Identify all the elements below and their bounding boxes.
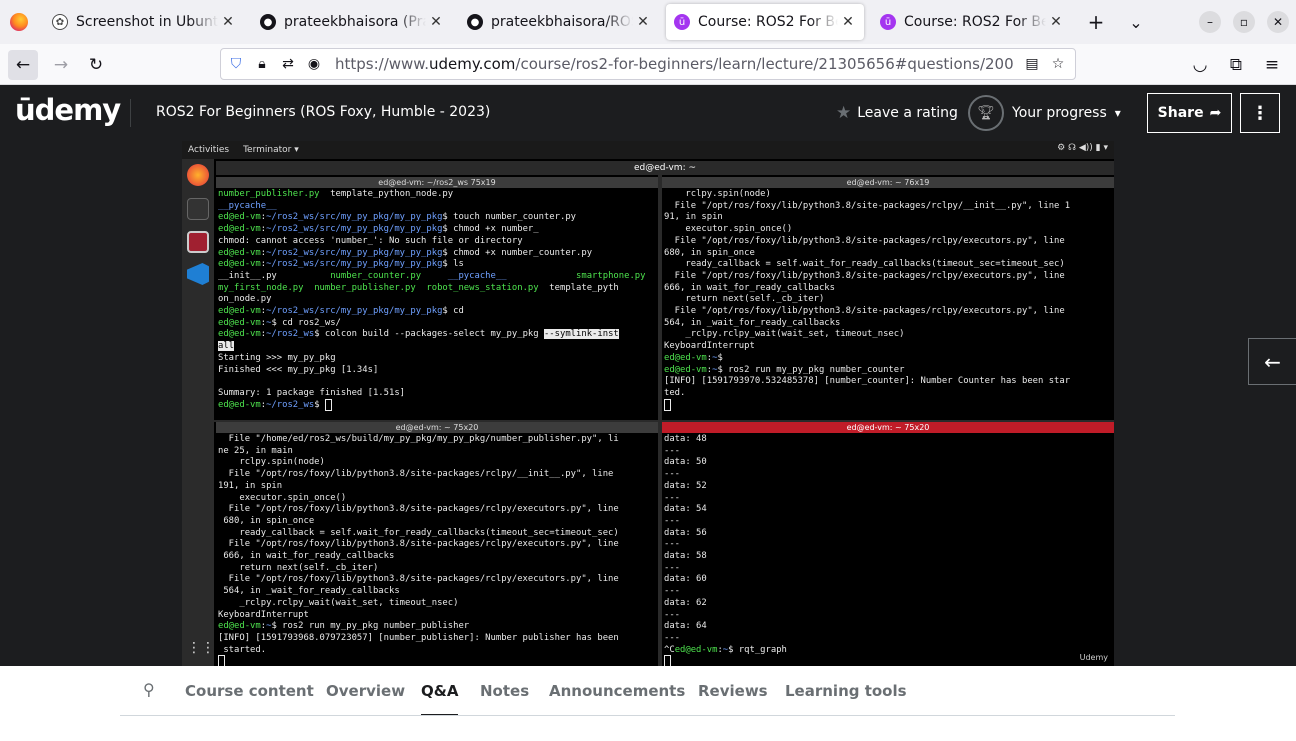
menu-icon[interactable]: ≡ <box>1257 50 1287 80</box>
your-progress-label: Your progress <box>1012 105 1107 121</box>
header-divider <box>130 99 131 127</box>
leave-rating-label: Leave a rating <box>857 105 958 121</box>
terminal-pane-top-left: ed@ed-vm: ~/ros2_ws 75x19 number_publish… <box>216 177 658 420</box>
extensions-icon[interactable]: ⧉ <box>1221 50 1251 80</box>
tab-reviews[interactable]: Reviews <box>698 682 768 700</box>
permissions-icon[interactable]: ⇄ <box>275 56 301 72</box>
udemy-header: ūdemy ROS2 For Beginners (ROS Foxy, Humb… <box>0 85 1296 141</box>
tab-notes[interactable]: Notes <box>480 682 529 700</box>
terminal-output: rclpy.spin(node) File "/opt/ros/foxy/lib… <box>662 188 1114 411</box>
terminal-pane-bottom-left: ed@ed-vm: ~ 75x20 File "/home/ed/ros2_ws… <box>216 422 658 666</box>
pane-divider-horizontal[interactable] <box>214 420 1114 422</box>
course-title[interactable]: ROS2 For Beginners (ROS Foxy, Humble - 2… <box>156 104 490 120</box>
tabs-divider <box>120 715 1175 716</box>
activities-label: Activities <box>188 145 230 155</box>
terminal-output: data: 48 --- data: 50 --- data: 52 --- d… <box>662 433 1114 666</box>
pocket-icon[interactable]: ◡ <box>1185 50 1215 80</box>
vscode-icon <box>187 263 209 285</box>
forward-arrow-icon[interactable]: → <box>46 50 76 80</box>
udemy-icon: ū <box>880 14 896 30</box>
tab-learning-tools[interactable]: Learning tools <box>785 682 907 700</box>
bookmark-star-icon[interactable]: ☆ <box>1045 56 1071 72</box>
github-icon: ● <box>260 14 276 30</box>
terminator-icon <box>187 231 209 253</box>
tab-github-repo[interactable]: ● prateekbhaisora/ROS- ✕ <box>459 4 659 40</box>
back-arrow-icon[interactable]: ← <box>8 50 38 80</box>
video-frame[interactable]: Activities Terminator ▾ ⚙ ☊ ◀)) ▮ ▾ ⋮⋮⋮ … <box>182 141 1114 666</box>
url-text[interactable]: https://www.udemy.com/course/ros2-for-be… <box>335 55 1015 73</box>
tab-title: prateekbhaisora/ROS- <box>491 14 633 30</box>
tab-title: Screenshot in Ubuntu <box>76 14 218 30</box>
url-bar[interactable]: ⛉ 🔒︎ ⇄ ◉ https://www.udemy.com/course/ro… <box>220 48 1076 80</box>
more-options-icon[interactable]: ⋮ <box>1240 93 1280 133</box>
terminal-window-title: ed@ed-vm: ~ <box>216 161 1114 175</box>
share-button[interactable]: Share ➦ <box>1147 93 1232 133</box>
terminal-output: File "/home/ed/ros2_ws/build/my_py_pkg/m… <box>216 433 658 666</box>
video-player[interactable]: Activities Terminator ▾ ⚙ ☊ ◀)) ▮ ▾ ⋮⋮⋮ … <box>0 141 1296 666</box>
close-icon[interactable]: ✕ <box>1048 14 1064 30</box>
app-grid-icon: ⋮⋮⋮ <box>187 640 229 656</box>
terminal-pane-top-right: ed@ed-vm: ~ 76x19 rclpy.spin(node) File … <box>662 177 1114 420</box>
url-domain: udemy.com <box>428 55 516 73</box>
firefox-icon <box>187 164 209 186</box>
chevron-down-icon: ▾ <box>1114 106 1121 120</box>
ubuntu-dock: ⋮⋮⋮ <box>182 159 229 666</box>
autoplay-icon[interactable]: ◉ <box>301 56 327 72</box>
ubuntu-top-bar: Activities Terminator ▾ ⚙ ☊ ◀)) ▮ ▾ <box>182 141 1114 159</box>
system-tray-icon: ⚙ ☊ ◀)) ▮ ▾ <box>1057 143 1108 153</box>
url-prefix: https://www. <box>335 55 429 73</box>
star-icon: ★ <box>836 103 852 123</box>
files-icon <box>187 198 209 220</box>
trophy-icon: 🏆︎ <box>968 95 1004 131</box>
close-icon[interactable]: ✕ <box>220 14 236 30</box>
close-icon[interactable]: ✕ <box>840 14 856 30</box>
share-label: Share <box>1157 105 1204 121</box>
pane-title: ed@ed-vm: ~ 76x19 <box>662 177 1114 188</box>
close-icon[interactable]: ✕ <box>635 14 651 30</box>
new-tab-button[interactable]: + <box>1084 10 1108 34</box>
maximize-icon[interactable]: ▫ <box>1233 11 1255 33</box>
leave-rating-button[interactable]: ★ Leave a rating <box>836 103 958 123</box>
tab-title: Course: ROS2 For Beg <box>698 14 838 30</box>
terminal-pane-bottom-right: ed@ed-vm: ~ 75x20 data: 48 --- data: 50 … <box>662 422 1114 666</box>
url-path: /course/ros2-for-beginners/learn/lecture… <box>515 55 1015 73</box>
tab-screenshot[interactable]: ✿ Screenshot in Ubuntu ✕ <box>44 4 244 40</box>
share-arrow-icon: ➦ <box>1209 105 1222 121</box>
tab-course-content[interactable]: Course content <box>185 682 314 700</box>
minimize-icon[interactable]: – <box>1199 11 1221 33</box>
udemy-watermark: Udemy <box>1079 653 1108 662</box>
reader-view-icon[interactable]: ▤ <box>1019 56 1045 72</box>
terminal-output: number_publisher.py template_python_node… <box>218 189 646 411</box>
pane-title: ed@ed-vm: ~/ros2_ws 75x19 <box>216 177 658 188</box>
lock-icon[interactable]: 🔒︎ <box>249 56 275 72</box>
github-icon: ● <box>467 14 483 30</box>
chatgpt-icon: ✿ <box>52 14 68 30</box>
tab-title: prateekbhaisora (Prat <box>284 14 426 30</box>
tab-title: Course: ROS2 For Beg <box>904 14 1046 30</box>
close-icon[interactable]: ✕ <box>428 14 444 30</box>
udemy-icon: ū <box>674 14 690 30</box>
tab-announcements[interactable]: Announcements <box>549 682 685 700</box>
tab-qa[interactable]: Q&A <box>421 682 459 716</box>
reload-icon[interactable]: ↻ <box>81 50 111 80</box>
pane-title: ed@ed-vm: ~ 75x20 <box>216 422 658 433</box>
shield-icon[interactable]: ⛉ <box>223 56 249 72</box>
window-close-icon[interactable]: ✕ <box>1267 11 1289 33</box>
expand-sidebar-arrow-icon[interactable]: ← <box>1248 338 1296 385</box>
firefox-icon[interactable] <box>10 13 28 31</box>
tab-github-profile[interactable]: ● prateekbhaisora (Prat ✕ <box>252 4 452 40</box>
list-all-tabs-button[interactable]: ⌄ <box>1124 10 1148 34</box>
browser-tab-bar: ✿ Screenshot in Ubuntu ✕ ● prateekbhaiso… <box>0 0 1296 44</box>
udemy-logo[interactable]: ūdemy <box>15 93 121 127</box>
search-icon[interactable]: ⚲ <box>143 680 155 699</box>
terminator-label: Terminator ▾ <box>243 145 299 155</box>
your-progress-button[interactable]: 🏆︎ Your progress ▾ <box>968 95 1121 131</box>
course-tabs: ⚲ Course content Overview Q&A Notes Anno… <box>0 666 1296 741</box>
tab-overview[interactable]: Overview <box>326 682 405 700</box>
pane-title-active: ed@ed-vm: ~ 75x20 <box>662 422 1114 433</box>
tab-udemy-course[interactable]: ū Course: ROS2 For Beg ✕ <box>872 4 1072 40</box>
tab-udemy-course-active[interactable]: ū Course: ROS2 For Beg ✕ <box>666 4 864 40</box>
